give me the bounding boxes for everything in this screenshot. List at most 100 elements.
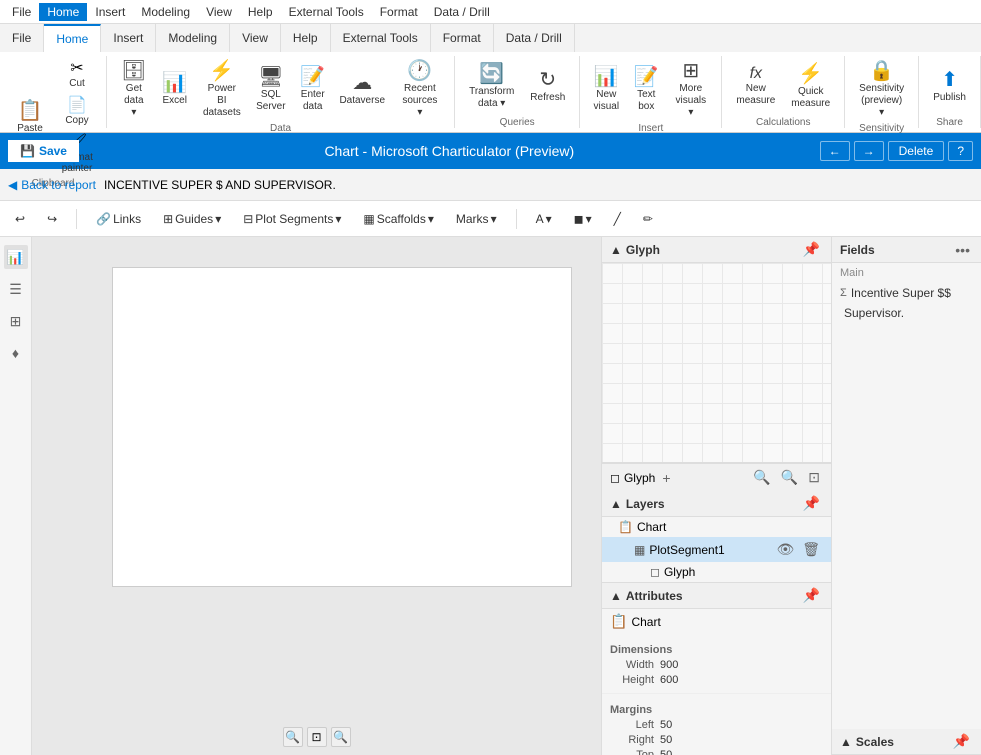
marks-chevron-icon: ▾	[491, 212, 497, 226]
scaffolds-dropdown[interactable]: ▦ Scaffolds ▾	[356, 208, 441, 230]
layer-eye-button[interactable]: 👁	[773, 540, 797, 559]
ribbon-tab-file[interactable]: File	[0, 24, 44, 52]
ribbon-tab-view[interactable]: View	[230, 24, 281, 52]
get-data-button[interactable]: 🗄 Getdata ▾	[115, 56, 153, 121]
ribbon-tab-help[interactable]: Help	[281, 24, 331, 52]
field-incentive-super[interactable]: Σ Incentive Super $$	[832, 283, 981, 303]
menu-view[interactable]: View	[198, 3, 240, 21]
ribbon-tab-insert[interactable]: Insert	[101, 24, 156, 52]
publish-icon: ⬆	[941, 67, 958, 92]
left-panel-list-button[interactable]: ☰	[4, 277, 28, 301]
canvas-zoom-in-button[interactable]: 🔍	[283, 727, 303, 747]
delete-button[interactable]: Delete	[888, 141, 945, 161]
menu-help[interactable]: Help	[240, 3, 281, 21]
layers-pin-button[interactable]: 📌	[800, 494, 823, 513]
layer-chart[interactable]: 📋 Chart	[602, 517, 831, 537]
menu-home[interactable]: Home	[39, 3, 87, 21]
layer-plot-segment1[interactable]: ▦ PlotSegment1 👁 🗑	[602, 537, 831, 562]
sql-label: SQLServer	[256, 89, 285, 113]
get-data-label: Getdata ▾	[121, 83, 147, 119]
ribbon-tab-home[interactable]: Home	[44, 24, 101, 52]
sql-server-button[interactable]: 🖥 SQLServer	[251, 62, 291, 115]
glyph-zoom-fit-button[interactable]: ⊡	[805, 468, 823, 487]
new-measure-button[interactable]: fx Newmeasure	[730, 63, 781, 109]
width-value[interactable]: 900	[660, 659, 823, 671]
dataverse-button[interactable]: ☁ Dataverse	[335, 68, 390, 109]
new-visual-button[interactable]: 📊 Newvisual	[588, 62, 624, 115]
redo-button[interactable]: ↪	[40, 208, 64, 230]
top-value[interactable]: 50	[660, 749, 823, 755]
glyph-pin-button[interactable]: 📌	[800, 240, 823, 259]
paste-button[interactable]: 📋 Paste	[8, 96, 52, 137]
back-arrow-icon: ◀	[8, 178, 17, 192]
pencil-button[interactable]: ✏	[636, 208, 660, 230]
marks-dropdown[interactable]: Marks ▾	[449, 208, 504, 230]
menu-external-tools[interactable]: External Tools	[281, 3, 372, 21]
layer-glyph[interactable]: ◻ Glyph	[602, 562, 831, 582]
text-format-icon: A	[536, 212, 544, 226]
menu-file[interactable]: File	[4, 3, 39, 21]
layer-delete-button[interactable]: 🗑	[799, 540, 823, 559]
text-format-button[interactable]: A ▾	[529, 208, 559, 230]
canvas-zoom-out-button[interactable]: 🔍	[331, 727, 351, 747]
menu-format[interactable]: Format	[372, 3, 426, 21]
ribbon-tab-modeling[interactable]: Modeling	[156, 24, 230, 52]
ribbon-tab-data-drill[interactable]: Data / Drill	[494, 24, 575, 52]
layers-panel-header: ▲ Layers 📌	[602, 491, 831, 517]
left-panel-chart-button[interactable]: 📊	[4, 245, 28, 269]
menu-bar: File Home Insert Modeling View Help Exte…	[0, 0, 981, 24]
publish-button[interactable]: ⬆ Publish	[927, 65, 972, 106]
save-button[interactable]: 💾 Save	[8, 140, 79, 162]
recent-sources-button[interactable]: 🕐 Recentsources ▾	[394, 56, 446, 121]
transform-data-button[interactable]: 🔄 Transformdata ▾	[463, 59, 520, 112]
menu-modeling[interactable]: Modeling	[133, 3, 198, 21]
canvas-zoom-fit-button[interactable]: ⊡	[307, 727, 327, 747]
more-visuals-button[interactable]: ⊞ Morevisuals ▾	[668, 56, 713, 121]
left-value[interactable]: 50	[660, 719, 823, 731]
glyph-zoom-in-button[interactable]: 🔍	[750, 468, 773, 487]
refresh-button[interactable]: ↻ Refresh	[524, 65, 571, 106]
sensitivity-button[interactable]: 🔒 Sensitivity(preview) ▾	[853, 56, 910, 121]
fields-more-button[interactable]: •••	[952, 241, 973, 259]
cut-button[interactable]: ✂ Cut	[56, 56, 98, 91]
menu-data-drill[interactable]: Data / Drill	[426, 3, 498, 21]
right-value[interactable]: 50	[660, 734, 823, 746]
scales-pin-button[interactable]: 📌	[950, 732, 973, 751]
ribbon-tab-external-tools[interactable]: External Tools	[331, 24, 431, 52]
quick-measure-button[interactable]: ⚡ Quickmeasure	[785, 59, 836, 112]
enter-data-button[interactable]: 📝 Enterdata	[295, 62, 331, 115]
field-supervisor[interactable]: Supervisor.	[832, 303, 981, 323]
layer-glyph-label: Glyph	[664, 565, 695, 579]
fill-button[interactable]: ◼ ▾	[567, 208, 599, 230]
left-panel-diamond-button[interactable]: ♦	[4, 341, 28, 365]
links-button[interactable]: 🔗 Links	[89, 208, 148, 230]
plot-segments-dropdown[interactable]: ⊟ Plot Segments ▾	[236, 208, 348, 230]
glyph-zoom-out-button[interactable]: 🔍	[778, 468, 801, 487]
scaffolds-icon: ▦	[363, 212, 374, 226]
menu-insert[interactable]: Insert	[87, 3, 133, 21]
glyph-add-button[interactable]: +	[659, 469, 673, 487]
left-panel-grid-button[interactable]: ⊞	[4, 309, 28, 333]
text-box-button[interactable]: 📝 Textbox	[628, 62, 664, 115]
canvas-zoom-controls: 🔍 ⊡ 🔍	[283, 727, 351, 747]
help-button[interactable]: ?	[948, 141, 973, 161]
guides-dropdown[interactable]: ⊞ Guides ▾	[156, 208, 228, 230]
ribbon-group-sensitivity: 🔒 Sensitivity(preview) ▾ Sensitivity	[845, 56, 919, 128]
copy-button[interactable]: 📄 Copy	[56, 93, 98, 128]
expand-right-button[interactable]: →	[854, 141, 884, 161]
back-to-report-button[interactable]: ◀ Back to report	[8, 178, 96, 192]
powerbi-datasets-button[interactable]: ⚡ Power BIdatasets	[197, 56, 247, 121]
publish-label: Publish	[933, 92, 966, 104]
excel-button[interactable]: 📊 Excel	[157, 68, 193, 109]
line-button[interactable]: ╱	[607, 208, 628, 230]
height-value[interactable]: 600	[660, 674, 823, 686]
transform-label: Transformdata ▾	[469, 86, 514, 110]
scales-panel: ▲ Scales 📌	[832, 729, 981, 755]
undo-button[interactable]: ↩	[8, 208, 32, 230]
dataverse-icon: ☁	[352, 70, 372, 95]
new-measure-icon: fx	[750, 65, 762, 83]
attributes-pin-button[interactable]: 📌	[800, 586, 823, 605]
copy-icon: 📄	[67, 95, 87, 115]
expand-left-button[interactable]: ←	[820, 141, 850, 161]
ribbon-tab-format[interactable]: Format	[431, 24, 494, 52]
